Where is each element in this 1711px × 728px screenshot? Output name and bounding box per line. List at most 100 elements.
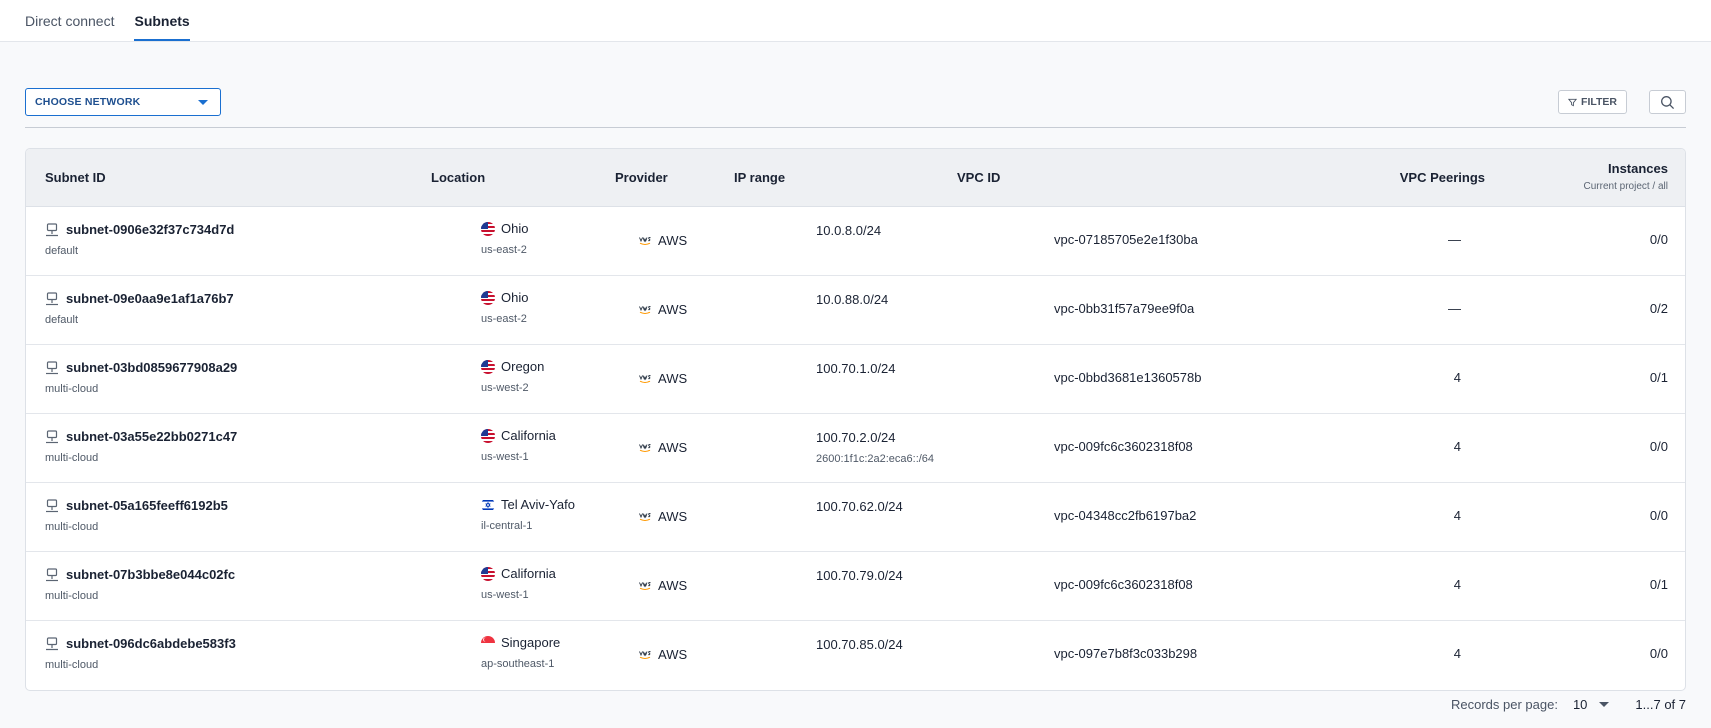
col-instances-sub: Current project / all xyxy=(1583,181,1668,192)
records-per-page-select[interactable]: 10 xyxy=(1572,697,1610,712)
subnet-id[interactable]: subnet-03bd0859677908a29 xyxy=(66,360,237,375)
location-name: Ohio xyxy=(501,290,529,305)
network-node-icon xyxy=(46,360,58,374)
network-select[interactable]: CHOOSE NETWORK xyxy=(25,88,221,116)
subnet-cell: subnet-03bd0859677908a29 multi-cloud xyxy=(45,360,237,395)
ip-range: 10.0.8.0/24 xyxy=(816,223,882,238)
vpc-peerings: — xyxy=(1448,232,1461,247)
vpc-id: vpc-097e7b8f3c033b298 xyxy=(1054,646,1198,661)
subnet-id[interactable]: subnet-0906e32f37c734d7d xyxy=(66,222,234,237)
location-name: California xyxy=(501,428,556,443)
subnet-network: multi-cloud xyxy=(45,521,99,533)
location-cell: California us-west-1 xyxy=(481,566,556,601)
col-provider[interactable]: Provider xyxy=(615,170,668,185)
provider-name: AWS xyxy=(658,302,688,317)
table-header: Subnet ID Location Provider IP range VPC… xyxy=(26,149,1685,207)
instances: 0/0 xyxy=(1649,646,1668,661)
table-row[interactable]: subnet-096dc6abdebe583f3 multi-cloud Sin… xyxy=(26,621,1685,690)
table-body: subnet-0906e32f37c734d7d default Ohio us… xyxy=(26,207,1685,690)
subnet-cell: subnet-096dc6abdebe583f3 multi-cloud xyxy=(45,636,236,671)
chevron-down-icon xyxy=(1599,702,1610,707)
toolbar: CHOOSE NETWORK FILTER xyxy=(25,88,1686,128)
location-region: us-west-1 xyxy=(481,451,529,463)
vpc-id: vpc-009fc6c3602318f08 xyxy=(1054,439,1193,454)
location-region: ap-southeast-1 xyxy=(481,658,555,670)
provider-name: AWS xyxy=(658,647,688,662)
ip-range: 100.70.62.0/24 xyxy=(816,499,903,514)
network-node-icon xyxy=(46,636,58,650)
col-subnet-id[interactable]: Subnet ID xyxy=(45,170,106,185)
vpc-id: vpc-0bb31f57a79ee9f0a xyxy=(1054,301,1195,316)
col-vpc-peerings[interactable]: VPC Peerings xyxy=(1400,170,1485,185)
ip-range: 10.0.88.0/24 xyxy=(816,292,889,307)
location-name: Oregon xyxy=(501,359,545,374)
ip-range: 100.70.79.0/24 xyxy=(816,568,903,583)
search-button[interactable] xyxy=(1649,90,1686,114)
instances: 0/0 xyxy=(1649,232,1668,247)
location-region: il-central-1 xyxy=(481,520,533,532)
records-per-page-label: Records per page: xyxy=(1450,697,1558,712)
subnet-id[interactable]: subnet-05a165feeff6192b5 xyxy=(66,498,228,513)
location-name: Singapore xyxy=(501,635,561,650)
aws-logo-icon xyxy=(639,374,651,383)
location-name: California xyxy=(501,566,556,581)
location-name: Ohio xyxy=(501,221,529,236)
ipv6-range: 2600:1f1c:2a2:eca6::/64 xyxy=(816,453,935,465)
subnet-id[interactable]: subnet-07b3bbe8e044c02fc xyxy=(66,567,235,582)
location-region: us-east-2 xyxy=(481,313,527,325)
pagination-range: 1...7 of 7 xyxy=(1635,697,1686,712)
provider-cell: AWS xyxy=(638,233,687,248)
table-row[interactable]: subnet-05a165feeff6192b5 multi-cloud Tel… xyxy=(26,483,1685,552)
subnet-network: multi-cloud xyxy=(45,383,99,395)
subnet-id[interactable]: subnet-09e0aa9e1af1a76b7 xyxy=(66,291,234,306)
network-node-icon xyxy=(46,291,58,305)
provider-cell: AWS xyxy=(638,509,687,524)
records-per-page-value: 10 xyxy=(1572,697,1588,712)
instances: 0/1 xyxy=(1649,370,1668,385)
provider-name: AWS xyxy=(658,371,688,386)
col-instances-label: Instances xyxy=(1608,161,1668,176)
flag-us-icon xyxy=(481,290,495,305)
subnet-network: multi-cloud xyxy=(45,659,99,671)
provider-name: AWS xyxy=(658,440,688,455)
aws-logo-icon xyxy=(639,581,651,590)
instances: 0/0 xyxy=(1649,439,1668,454)
table-row[interactable]: subnet-0906e32f37c734d7d default Ohio us… xyxy=(26,207,1685,276)
vpc-peerings: — xyxy=(1448,301,1461,316)
table-row[interactable]: subnet-03bd0859677908a29 multi-cloud Ore… xyxy=(26,345,1685,414)
vpc-id: vpc-0bbd3681e1360578b xyxy=(1054,370,1202,385)
aws-logo-icon xyxy=(639,650,651,659)
location-cell: Tel Aviv-Yafo il-central-1 xyxy=(481,497,575,532)
network-node-icon xyxy=(46,222,58,236)
col-ip-range[interactable]: IP range xyxy=(734,170,785,185)
filter-button[interactable]: FILTER xyxy=(1558,90,1627,114)
subnets-table: Subnet ID Location Provider IP range VPC… xyxy=(25,148,1686,691)
ip-range-cell: 100.70.2.0/24 2600:1f1c:2a2:eca6::/64 xyxy=(816,430,934,465)
location-cell: California us-west-1 xyxy=(481,428,556,463)
subnet-cell: subnet-07b3bbe8e044c02fc multi-cloud xyxy=(45,567,235,602)
pagination: Records per page: 10 1...7 of 7 xyxy=(1451,697,1686,712)
tab-subnets[interactable]: Subnets xyxy=(134,13,190,41)
subnet-id[interactable]: subnet-03a55e22bb0271c47 xyxy=(66,429,237,444)
vpc-peerings: 4 xyxy=(1453,577,1461,592)
vpc-peerings: 4 xyxy=(1453,370,1461,385)
provider-name: AWS xyxy=(658,578,688,593)
table-row[interactable]: subnet-07b3bbe8e044c02fc multi-cloud Cal… xyxy=(26,552,1685,621)
table-row[interactable]: subnet-09e0aa9e1af1a76b7 default Ohio us… xyxy=(26,276,1685,345)
network-node-icon xyxy=(46,498,58,512)
table-row[interactable]: subnet-03a55e22bb0271c47 multi-cloud Cal… xyxy=(26,414,1685,483)
location-name: Tel Aviv-Yafo xyxy=(501,497,575,512)
subnet-network: multi-cloud xyxy=(45,452,99,464)
col-instances[interactable]: Instances Current project / all xyxy=(1584,161,1668,192)
subnet-network: multi-cloud xyxy=(45,590,99,602)
provider-name: AWS xyxy=(658,509,688,524)
col-vpc-id[interactable]: VPC ID xyxy=(957,170,1000,185)
subnet-id[interactable]: subnet-096dc6abdebe583f3 xyxy=(66,636,236,651)
col-location[interactable]: Location xyxy=(431,170,485,185)
tab-direct-connect[interactable]: Direct connect xyxy=(25,13,114,41)
ip-range-cell: 100.70.85.0/24 xyxy=(816,637,903,660)
network-node-icon xyxy=(46,567,58,581)
vpc-peerings: 4 xyxy=(1453,508,1461,523)
location-region: us-west-2 xyxy=(481,382,529,394)
flag-sg-icon xyxy=(481,635,495,650)
